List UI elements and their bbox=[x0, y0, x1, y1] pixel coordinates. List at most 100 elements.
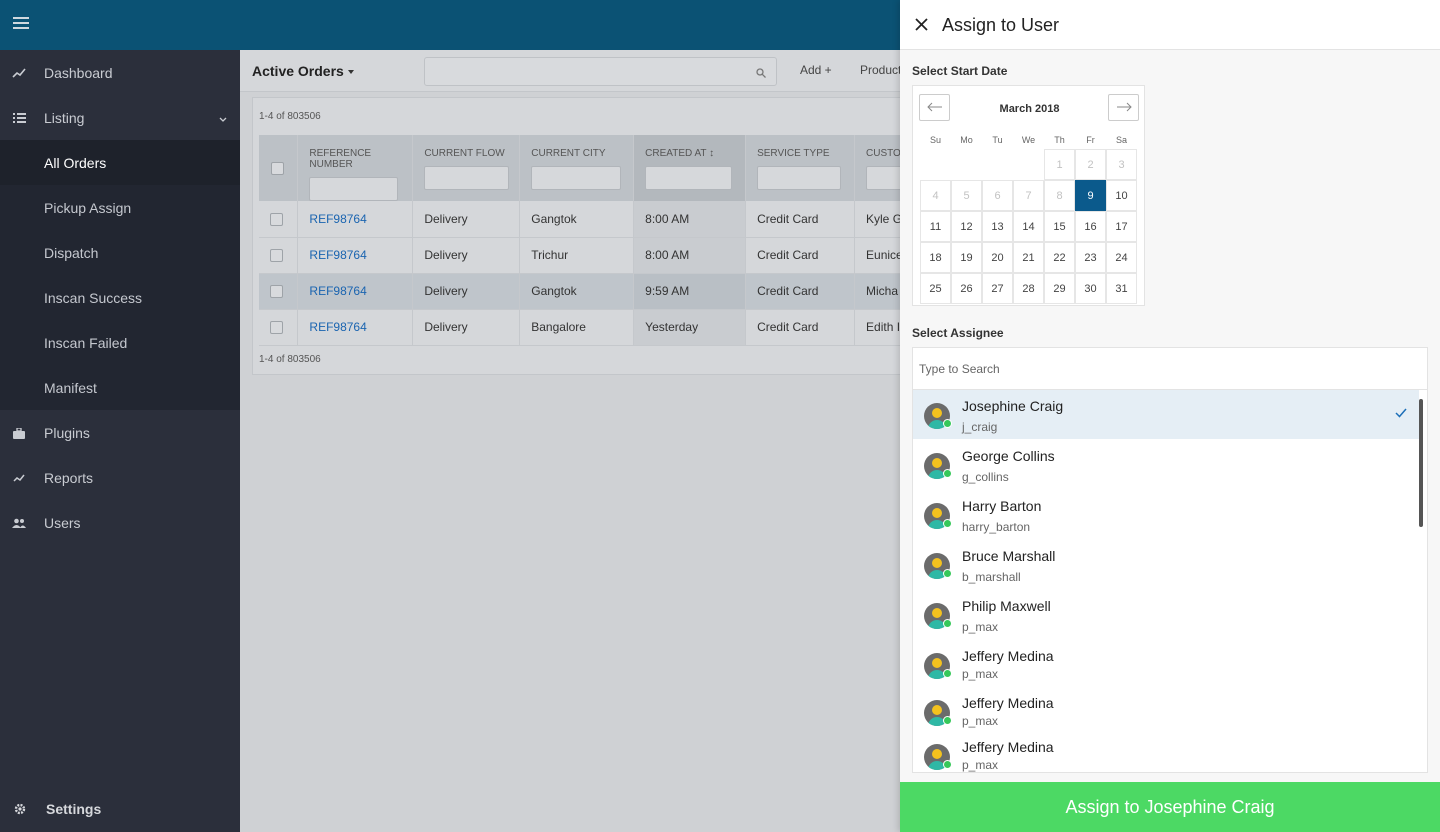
calendar-day[interactable]: 24 bbox=[1106, 242, 1137, 273]
top-bar bbox=[0, 0, 900, 50]
sidebar-item-pickup-assign[interactable]: Pickup Assign bbox=[0, 185, 240, 230]
row-select-cell bbox=[259, 201, 299, 238]
products-button[interactable]: Product bbox=[860, 63, 900, 77]
assignee-search-input[interactable] bbox=[913, 348, 1427, 390]
assign-button[interactable]: Assign to Josephine Craig bbox=[900, 782, 1440, 832]
ref-link[interactable]: REF98764 bbox=[309, 212, 366, 226]
calendar-day[interactable]: 21 bbox=[1013, 242, 1044, 273]
column-filter-input[interactable] bbox=[757, 166, 842, 190]
sidebar-item-label: All Orders bbox=[44, 154, 107, 171]
weekday-label: Fr bbox=[1086, 135, 1095, 145]
sidebar-item-label: Manifest bbox=[44, 379, 97, 396]
calendar-day-selected[interactable]: 9 bbox=[1075, 180, 1106, 211]
column-header[interactable]: CURRENT FLOW bbox=[412, 135, 521, 201]
city-cell: Gangtok bbox=[519, 201, 635, 238]
calendar-day[interactable]: 22 bbox=[1044, 242, 1075, 273]
calendar-day[interactable]: 15 bbox=[1044, 211, 1075, 242]
calendar-day[interactable]: 29 bbox=[1044, 273, 1075, 304]
row-checkbox[interactable] bbox=[270, 285, 283, 299]
calendar-day[interactable]: 19 bbox=[951, 242, 982, 273]
row-checkbox[interactable] bbox=[270, 249, 283, 263]
calendar-day[interactable]: 18 bbox=[920, 242, 951, 273]
calendar-day[interactable]: 17 bbox=[1106, 211, 1137, 242]
calendar-day[interactable]: 12 bbox=[951, 211, 982, 242]
table-row[interactable]: REF98764 Delivery Trichur 8:00 AM Credit… bbox=[259, 237, 900, 274]
calendar-day[interactable]: 20 bbox=[982, 242, 1013, 273]
column-filter-input[interactable] bbox=[531, 166, 622, 190]
calendar-day[interactable]: 16 bbox=[1075, 211, 1106, 242]
sidebar-item-dashboard[interactable]: Dashboard bbox=[0, 50, 240, 95]
user-option[interactable]: Harry Barton harry_barton bbox=[913, 490, 1419, 540]
ref-link[interactable]: REF98764 bbox=[309, 284, 366, 298]
select-all-checkbox[interactable] bbox=[271, 161, 284, 175]
calendar-day[interactable]: 13 bbox=[982, 211, 1013, 242]
sidebar-item-label: Plugins bbox=[44, 424, 90, 441]
row-checkbox[interactable] bbox=[270, 212, 283, 226]
user-option[interactable]: George Collins g_collins bbox=[913, 440, 1419, 490]
ref-link[interactable]: REF98764 bbox=[309, 248, 366, 262]
orders-table: REFERENCE NUMBER CURRENT FLOW CURRENT CI… bbox=[259, 135, 900, 346]
calendar-day[interactable]: 31 bbox=[1106, 273, 1137, 304]
listing-subnav: All Orders Pickup Assign Dispatch Inscan… bbox=[0, 140, 240, 410]
column-filter-input[interactable] bbox=[309, 177, 399, 201]
close-icon[interactable] bbox=[915, 18, 928, 31]
next-month-button[interactable] bbox=[1108, 94, 1139, 121]
sidebar-item-reports[interactable]: Reports bbox=[0, 455, 240, 500]
row-select-cell bbox=[259, 237, 299, 274]
row-checkbox[interactable] bbox=[270, 321, 283, 335]
user-option[interactable]: Bruce Marshall b_marshall bbox=[913, 540, 1419, 590]
calendar-day[interactable]: 10 bbox=[1106, 180, 1137, 211]
column-header[interactable]: REFERENCE NUMBER bbox=[297, 135, 414, 201]
table-row-highlighted[interactable]: REF98764 Delivery Gangtok 9:59 AM Credit… bbox=[259, 273, 900, 310]
user-handle: p_max bbox=[962, 667, 999, 681]
calendar-day[interactable]: 30 bbox=[1075, 273, 1106, 304]
column-header[interactable]: CURRENT CITY bbox=[519, 135, 635, 201]
user-option[interactable]: Jeffery Medina p_max bbox=[913, 732, 1419, 772]
sidebar-item-settings[interactable]: Settings bbox=[0, 786, 240, 832]
user-name: Jeffery Medina bbox=[962, 648, 1054, 664]
list-icon bbox=[12, 111, 26, 125]
column-filter-input[interactable] bbox=[645, 166, 733, 190]
trend-icon bbox=[12, 66, 26, 80]
sidebar-item-inscan-failed[interactable]: Inscan Failed bbox=[0, 320, 240, 365]
page-title[interactable]: Active Orders bbox=[252, 63, 354, 79]
user-option[interactable]: Jeffery Medina p_max bbox=[913, 640, 1419, 687]
calendar-day[interactable]: 14 bbox=[1013, 211, 1044, 242]
service-cell: Credit Card bbox=[745, 273, 856, 310]
check-icon bbox=[1395, 407, 1407, 419]
ref-link[interactable]: REF98764 bbox=[309, 320, 366, 334]
user-option-selected[interactable]: Josephine Craig j_craig bbox=[913, 390, 1419, 439]
calendar-day[interactable]: 26 bbox=[951, 273, 982, 304]
table-row[interactable]: REF98764 Delivery Gangtok 8:00 AM Credit… bbox=[259, 201, 900, 238]
sidebar-item-listing[interactable]: Listing bbox=[0, 95, 240, 140]
calendar-day-disabled: 1 bbox=[1044, 149, 1075, 180]
calendar-day[interactable]: 27 bbox=[982, 273, 1013, 304]
user-option[interactable]: Philip Maxwell p_max bbox=[913, 590, 1419, 640]
sidebar-item-all-orders[interactable]: All Orders bbox=[0, 140, 240, 185]
calendar-day[interactable]: 11 bbox=[920, 211, 951, 242]
flow-cell: Delivery bbox=[412, 309, 521, 346]
row-select-cell bbox=[259, 309, 299, 346]
briefcase-icon bbox=[12, 426, 26, 440]
calendar-day[interactable]: 28 bbox=[1013, 273, 1044, 304]
sidebar-item-inscan-success[interactable]: Inscan Success bbox=[0, 275, 240, 320]
column-header[interactable]: SERVICE TYPE bbox=[745, 135, 856, 201]
sidebar-item-users[interactable]: Users bbox=[0, 500, 240, 545]
list-scrollbar[interactable] bbox=[1419, 399, 1423, 527]
column-filter-input[interactable] bbox=[424, 166, 510, 190]
created-cell: 8:00 AM bbox=[633, 237, 747, 274]
sidebar-item-manifest[interactable]: Manifest bbox=[0, 365, 240, 410]
sidebar-item-dispatch[interactable]: Dispatch bbox=[0, 230, 240, 275]
sidebar-item-plugins[interactable]: Plugins bbox=[0, 410, 240, 455]
user-option[interactable]: Jeffery Medina p_max bbox=[913, 687, 1419, 733]
add-button[interactable]: Add + bbox=[800, 63, 832, 77]
column-header[interactable]: CUSTO bbox=[854, 135, 900, 201]
column-filter-input[interactable] bbox=[866, 166, 900, 190]
hamburger-menu-icon[interactable] bbox=[13, 17, 29, 31]
calendar-day[interactable]: 23 bbox=[1075, 242, 1106, 273]
column-header-sorted[interactable]: CREATED AT ↕ bbox=[633, 135, 747, 201]
calendar-day[interactable]: 25 bbox=[920, 273, 951, 304]
table-row[interactable]: REF98764 Delivery Bangalore Yesterday Cr… bbox=[259, 309, 900, 346]
table-header-row: REFERENCE NUMBER CURRENT FLOW CURRENT CI… bbox=[259, 135, 900, 201]
search-input[interactable] bbox=[424, 57, 777, 86]
